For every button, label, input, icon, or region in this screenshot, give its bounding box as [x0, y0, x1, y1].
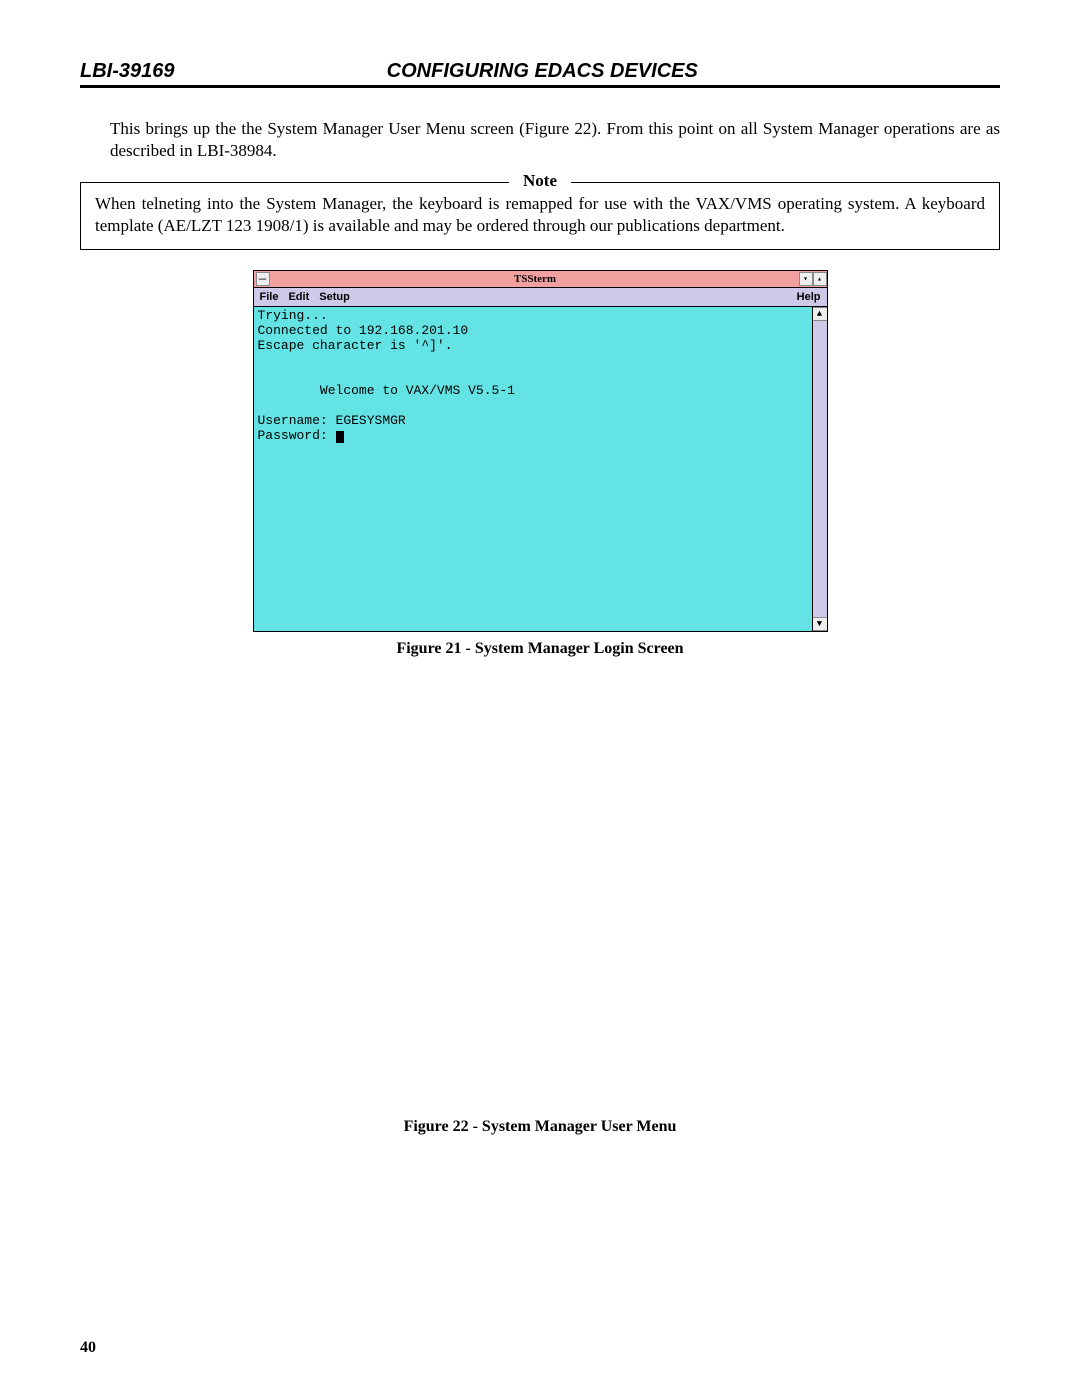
- page: LBI-39169 CONFIGURING EDACS DEVICES This…: [0, 0, 1080, 1397]
- menu-left: File Edit Setup: [260, 291, 350, 303]
- scrollbar[interactable]: ▲ ▼: [812, 307, 827, 631]
- note-label: Note: [509, 171, 571, 191]
- menu-edit[interactable]: Edit: [288, 291, 309, 303]
- cursor-icon: [336, 431, 344, 443]
- note-text: When telneting into the System Manager, …: [95, 193, 985, 237]
- scroll-down-icon[interactable]: ▼: [813, 617, 827, 631]
- window-buttons: ▾ ▴: [799, 272, 827, 286]
- terminal-figure: — TSSterm ▾ ▴ File Edit Setup Help Tryin…: [253, 270, 828, 632]
- intro-paragraph: This brings up the the System Manager Us…: [110, 118, 1000, 162]
- terminal-titlebar: — TSSterm ▾ ▴: [254, 271, 827, 288]
- doc-id: LBI-39169: [80, 60, 175, 83]
- note-box: Note When telneting into the System Mana…: [80, 182, 1000, 250]
- terminal-body[interactable]: Trying... Connected to 192.168.201.10 Es…: [254, 307, 812, 631]
- terminal-body-wrap: Trying... Connected to 192.168.201.10 Es…: [254, 307, 827, 631]
- maximize-icon[interactable]: ▴: [813, 272, 827, 286]
- term-line-3: Escape character is '^]'.: [258, 338, 453, 353]
- doc-title: CONFIGURING EDACS DEVICES: [175, 60, 911, 83]
- menu-setup[interactable]: Setup: [319, 291, 350, 303]
- terminal-window: — TSSterm ▾ ▴ File Edit Setup Help Tryin…: [253, 270, 828, 632]
- menu-help[interactable]: Help: [797, 291, 821, 303]
- term-line-2: Connected to 192.168.201.10: [258, 323, 469, 338]
- terminal-menubar: File Edit Setup Help: [254, 288, 827, 307]
- figure21-caption: Figure 21 - System Manager Login Screen: [80, 640, 1000, 658]
- page-number: 40: [80, 1339, 96, 1357]
- window-title: TSSterm: [272, 273, 799, 285]
- term-line-1: Trying...: [258, 308, 328, 323]
- page-header: LBI-39169 CONFIGURING EDACS DEVICES: [80, 60, 1000, 88]
- scroll-up-icon[interactable]: ▲: [813, 307, 827, 321]
- sysmenu-icon[interactable]: —: [256, 272, 270, 286]
- minimize-icon[interactable]: ▾: [799, 272, 813, 286]
- term-welcome: Welcome to VAX/VMS V5.5-1: [258, 383, 515, 398]
- term-password: Password:: [258, 428, 336, 443]
- term-username: Username: EGESYSMGR: [258, 413, 406, 428]
- menu-file[interactable]: File: [260, 291, 279, 303]
- figure22-caption: Figure 22 - System Manager User Menu: [80, 1118, 1000, 1136]
